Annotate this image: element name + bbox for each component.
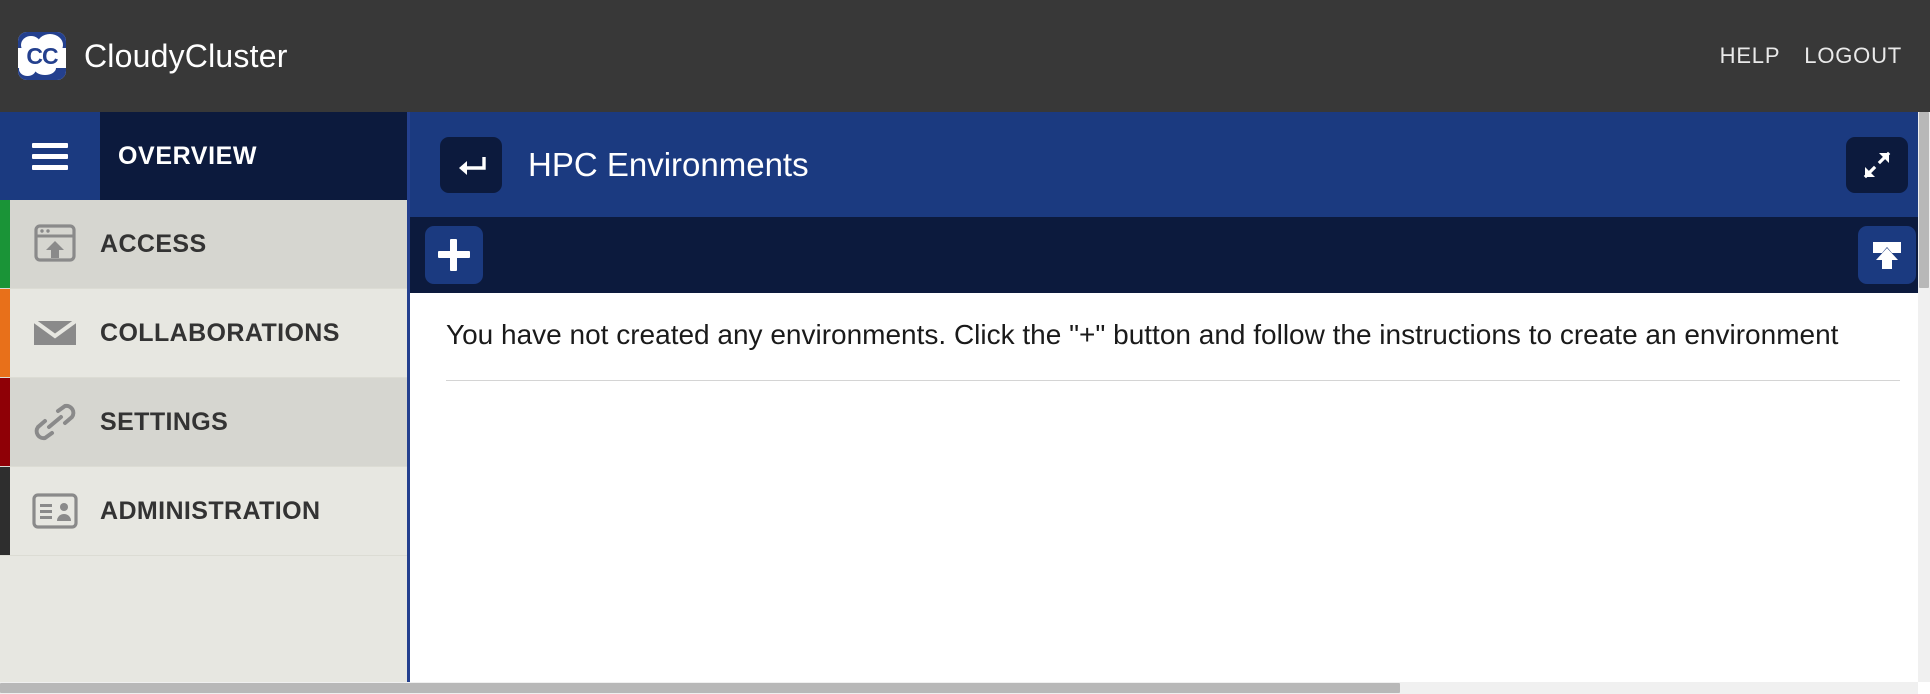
sidebar-accent-bar-access	[0, 200, 10, 288]
sidebar-item-access-label: ACCESS	[100, 229, 207, 258]
sidebar-item-collaborations[interactable]: COLLABORATIONS	[0, 289, 407, 378]
top-header-bar: CC CloudyCluster HELP LOGOUT	[0, 0, 1930, 112]
logo-text: CC	[26, 42, 58, 69]
expand-fullscreen-icon	[1863, 151, 1891, 178]
back-button[interactable]	[440, 136, 502, 193]
add-environment-button[interactable]	[425, 226, 483, 284]
vertical-scrollbar[interactable]	[1918, 112, 1930, 682]
app-body: OVERVIEW ACCESS COLLABORATIONS SETTINGS …	[0, 112, 1930, 694]
cloudycluster-app: CC CloudyCluster HELP LOGOUT OVERVIEW AC…	[0, 0, 1930, 694]
sidebar: OVERVIEW ACCESS COLLABORATIONS SETTINGS …	[0, 112, 410, 694]
hamburger-menu-button[interactable]	[0, 112, 100, 200]
content-toolbar	[410, 217, 1930, 293]
sidebar-header: OVERVIEW	[0, 112, 407, 200]
sidebar-item-overview-label: OVERVIEW	[118, 141, 258, 170]
id-card-icon	[10, 493, 100, 529]
empty-state-message: You have not created any environments. C…	[446, 319, 1839, 350]
expand-fullscreen-button[interactable]	[1846, 136, 1908, 193]
sidebar-accent-bar-administration	[0, 467, 10, 555]
sidebar-item-overview[interactable]: OVERVIEW	[100, 112, 407, 200]
logout-link[interactable]: LOGOUT	[1804, 43, 1902, 69]
page-header: HPC Environments	[410, 112, 1930, 217]
horizontal-scrollbar-thumb[interactable]	[0, 683, 1400, 693]
main-panel: HPC Environments You have not created an…	[410, 112, 1930, 694]
sidebar-accent-bar-collaborations	[0, 289, 10, 377]
sidebar-item-administration-label: ADMINISTRATION	[100, 496, 321, 525]
brand[interactable]: CC CloudyCluster	[18, 32, 288, 80]
vertical-scrollbar-thumb[interactable]	[1919, 112, 1929, 288]
content-area: You have not created any environments. C…	[410, 293, 1930, 694]
sidebar-accent-bar-settings	[0, 378, 10, 466]
upload-share-button[interactable]	[1858, 226, 1916, 284]
back-arrow-icon	[459, 156, 486, 175]
sidebar-item-settings-label: SETTINGS	[100, 407, 229, 436]
cloudycluster-cloud-logo-icon: CC	[18, 32, 66, 80]
sidebar-item-settings[interactable]: SETTINGS	[0, 378, 407, 467]
sidebar-item-collaborations-label: COLLABORATIONS	[100, 318, 340, 347]
brand-name: CloudyCluster	[84, 37, 288, 74]
top-nav: HELP LOGOUT	[1720, 43, 1902, 69]
sidebar-item-administration[interactable]: ADMINISTRATION	[0, 467, 407, 556]
content-divider	[446, 379, 1900, 381]
horizontal-scrollbar[interactable]	[0, 682, 1918, 694]
page-title: HPC Environments	[528, 145, 809, 183]
help-link[interactable]: HELP	[1720, 43, 1781, 69]
upload-share-icon	[1873, 242, 1901, 269]
envelope-icon	[10, 317, 100, 349]
link-chain-icon	[10, 402, 100, 442]
hamburger-menu-icon	[32, 137, 68, 176]
sidebar-item-access[interactable]: ACCESS	[0, 200, 407, 289]
window-upload-icon	[10, 224, 100, 264]
plus-icon	[437, 238, 471, 272]
